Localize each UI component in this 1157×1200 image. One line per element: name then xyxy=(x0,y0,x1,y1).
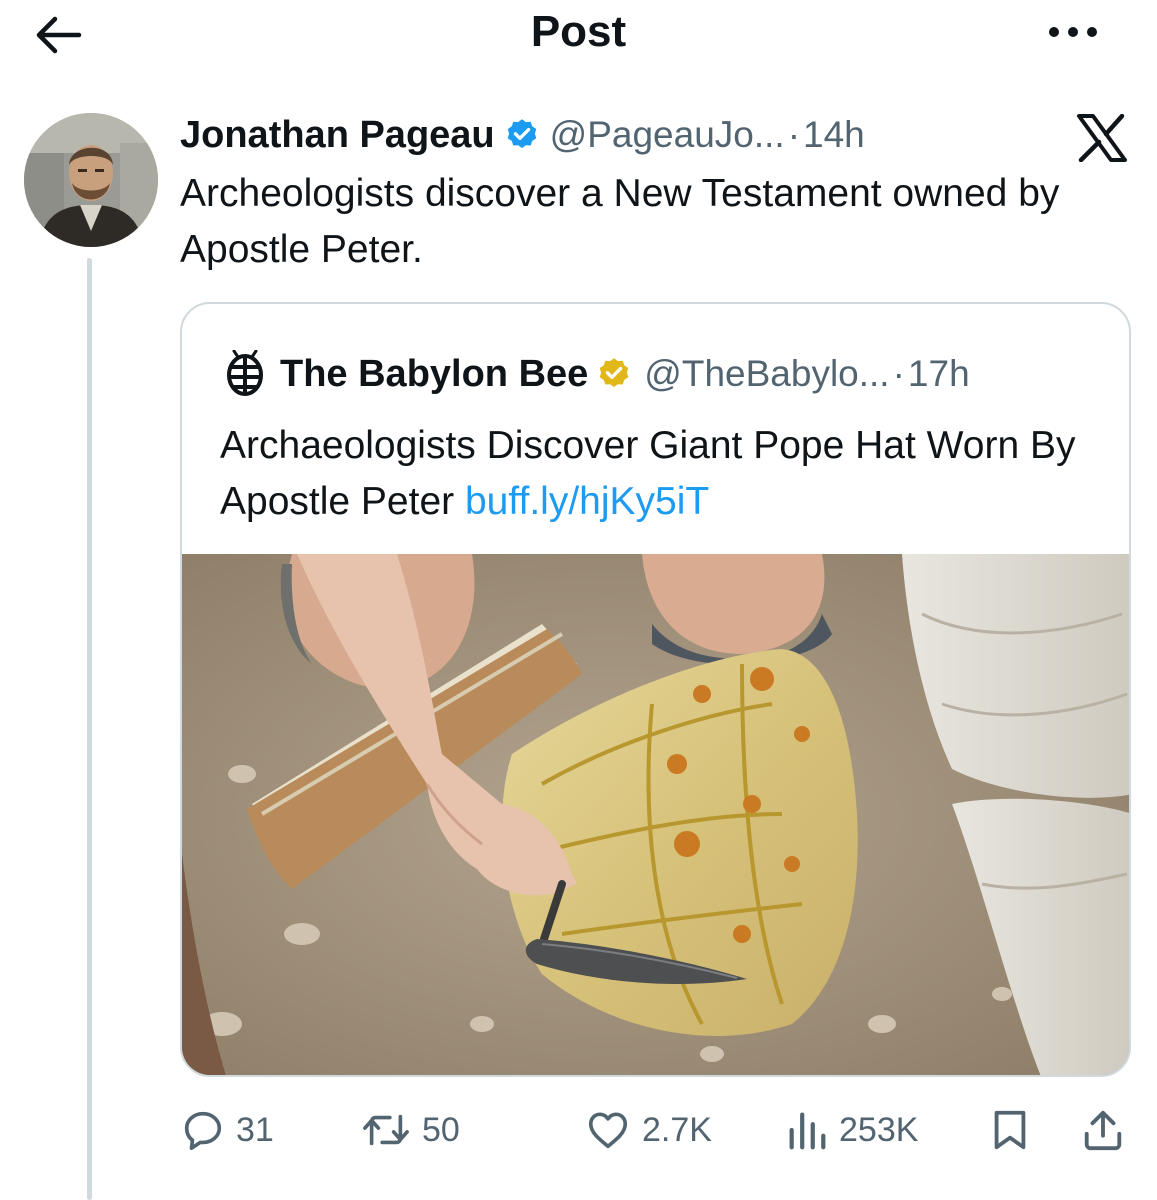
reply-count: 31 xyxy=(236,1110,274,1149)
author-name[interactable]: Jonathan Pageau xyxy=(180,114,495,157)
separator-dot: · xyxy=(787,114,801,155)
share-button[interactable] xyxy=(1080,1100,1126,1160)
post-text: Archeologists discover a New Testament o… xyxy=(180,172,1060,271)
views-button[interactable]: 253K xyxy=(785,1100,918,1160)
analytics-bars-icon xyxy=(789,1112,826,1150)
verified-badge-icon xyxy=(507,119,536,149)
quoted-post-card[interactable]: The Babylon Bee @TheBabylo... · 17h Arch… xyxy=(180,302,1131,1077)
page-title: Post xyxy=(530,7,627,56)
top-app-bar: Post xyxy=(0,0,1157,70)
avatar-photo xyxy=(24,113,158,247)
post-timestamp[interactable]: 14h xyxy=(803,114,865,156)
reply-icon xyxy=(184,1111,222,1151)
like-button[interactable]: 2.7K xyxy=(584,1100,712,1160)
gold-verified-badge-icon xyxy=(600,358,629,388)
repost-count: 50 xyxy=(422,1110,460,1149)
repost-icon xyxy=(363,1114,409,1146)
quoted-post-text: Archaeologists Discover Giant Pope Hat W… xyxy=(220,418,1100,530)
more-horizontal-icon xyxy=(1049,27,1059,37)
quoted-separator-dot: · xyxy=(892,353,905,394)
quoted-post-image[interactable] xyxy=(182,554,1131,1077)
post-action-bar: 31 50 2.7K 253K xyxy=(180,1100,1140,1160)
share-icon xyxy=(1084,1110,1122,1151)
quoted-author-name: The Babylon Bee xyxy=(280,352,589,395)
reply-button[interactable]: 31 xyxy=(180,1100,274,1160)
quoted-author-handle: @TheBabylo... xyxy=(644,353,890,394)
author-handle[interactable]: @PageauJo... xyxy=(550,114,785,156)
bookmark-icon xyxy=(994,1110,1026,1150)
quoted-link[interactable]: buff.ly/hjKy5iT xyxy=(465,480,709,523)
thread-connector-line xyxy=(87,258,92,1200)
views-count: 253K xyxy=(839,1110,919,1149)
bookmark-button[interactable] xyxy=(988,1100,1032,1160)
post-author-row: Jonathan Pageau @PageauJo... · 14h xyxy=(180,112,865,158)
babylon-bee-logo-icon xyxy=(227,350,263,396)
like-count: 2.7K xyxy=(642,1110,712,1149)
x-logo-icon xyxy=(1077,114,1127,162)
quoted-timestamp: 17h xyxy=(907,353,970,394)
more-options-button[interactable] xyxy=(1036,14,1110,50)
quoted-author-row: The Babylon Bee @TheBabylo... · 17h xyxy=(220,350,970,398)
heart-icon xyxy=(588,1112,628,1149)
author-avatar[interactable] xyxy=(24,113,158,247)
repost-button[interactable]: 50 xyxy=(360,1100,460,1160)
